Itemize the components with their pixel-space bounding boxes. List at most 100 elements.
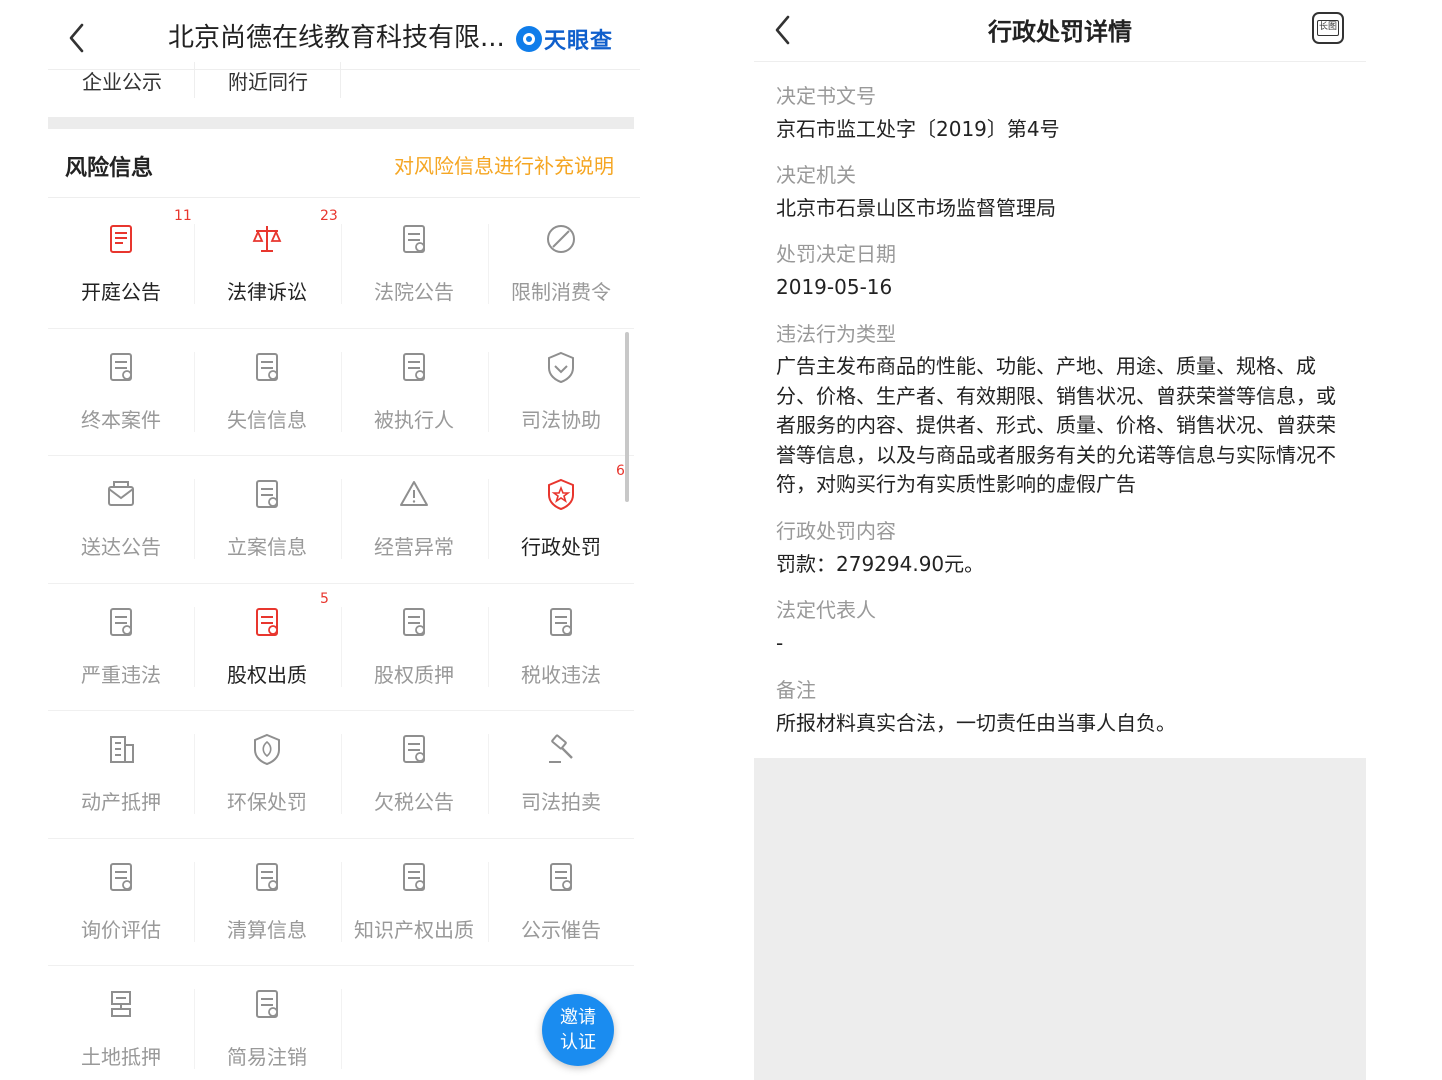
divider [48, 837, 634, 839]
price-search-icon [104, 860, 138, 894]
risk-item-count-badge: 11 [174, 208, 192, 224]
leaf-shield-icon [250, 732, 284, 766]
risk-item[interactable]: 清算信息 [194, 838, 340, 964]
field-decision-date: 处罚决定日期 2019-05-16 [776, 240, 1346, 302]
clipboard-icon [544, 860, 578, 894]
liquidation-icon [250, 860, 284, 894]
risk-item-label: 被执行人 [374, 407, 454, 432]
field-label: 行政处罚内容 [776, 519, 896, 543]
risk-item-label: 股权出质 [227, 662, 307, 687]
risk-item-label: 严重违法 [81, 662, 161, 687]
tianyancha-logo-icon [516, 26, 542, 52]
risk-item-count-badge: 23 [320, 208, 338, 224]
divider [341, 989, 342, 1069]
risk-item[interactable]: 经营异常 [341, 455, 487, 581]
tab-nearby-peers[interactable]: 附近同行 [228, 66, 308, 95]
risk-item[interactable]: 税收违法 [488, 583, 634, 709]
risk-item[interactable]: 知识产权出质 [341, 838, 487, 964]
risk-item[interactable]: 失信信息 [194, 328, 340, 454]
risk-item-label: 行政处罚 [521, 535, 601, 559]
divider [48, 455, 634, 456]
tax-violation-icon [544, 605, 578, 639]
risk-item-label: 公示催告 [521, 917, 601, 942]
risk-item[interactable]: 送达公告 [48, 455, 194, 581]
risk-item-label: 询价评估 [81, 917, 161, 942]
field-value: 2019-05-16 [776, 275, 893, 299]
risk-item[interactable]: 欠税公告 [341, 710, 487, 836]
penalty-detail-panel: 行政处罚详情 长图 决定书文号 京石市监工处字〔2019〕第4号 决定机关 北京… [754, 0, 1366, 1080]
back-chevron-icon[interactable] [66, 22, 88, 54]
invite-label-line2: 认证 [560, 1032, 596, 1053]
field-legal-representative: 法定代表人 - [776, 596, 1346, 658]
risk-item[interactable]: 严重违法 [48, 583, 194, 709]
id-card-icon [250, 350, 284, 384]
risk-item-label: 欠税公告 [374, 790, 454, 814]
field-label: 处罚决定日期 [776, 242, 896, 266]
tianyancha-logo: 天眼查 [516, 22, 613, 56]
scale-icon [250, 222, 284, 256]
risk-item-label: 法院公告 [374, 280, 454, 304]
field-label: 备注 [776, 678, 816, 702]
scrollbar[interactable] [625, 332, 629, 502]
section-separator [48, 117, 634, 129]
risk-item[interactable]: 股权质押 [341, 583, 487, 709]
risk-item[interactable]: 股权出质 5 [194, 583, 340, 709]
risk-item-label: 司法拍卖 [521, 790, 601, 814]
risk-item[interactable]: 询价评估 [48, 838, 194, 964]
risk-item[interactable]: 行政处罚 6 [488, 455, 634, 581]
risk-item-label: 限制消费令 [511, 280, 611, 304]
field-value: - [776, 631, 784, 655]
long-image-button[interactable]: 长图 [1312, 12, 1344, 44]
risk-item-label: 经营异常 [374, 535, 454, 559]
long-image-icon: 长图 [1317, 20, 1339, 36]
stock-pledge-icon [397, 605, 431, 639]
field-remarks: 备注 所报材料真实合法，一切责任由当事人自负。 [776, 676, 1346, 738]
risk-item[interactable]: 环保处罚 [194, 710, 340, 836]
risk-item[interactable]: 终本案件 [48, 328, 194, 454]
risk-section-title: 风险信息 [65, 156, 154, 181]
risk-item-label: 立案信息 [227, 535, 307, 559]
risk-item[interactable]: 法律诉讼 23 [194, 200, 340, 326]
risk-item[interactable]: 土地抵押 [48, 965, 194, 1080]
risk-item-label: 清算信息 [227, 917, 307, 942]
risk-item-count-badge: 6 [616, 463, 625, 479]
risk-item-label: 股权质押 [374, 662, 454, 687]
star-badge-icon [544, 477, 578, 511]
gavel-icon [544, 732, 578, 766]
field-decision-number: 决定书文号 京石市监工处字〔2019〕第4号 [776, 82, 1346, 144]
risk-item-label: 动产抵押 [81, 790, 161, 814]
risk-item[interactable]: 立案信息 [194, 455, 340, 581]
risk-item[interactable]: 简易注销 [194, 965, 340, 1080]
risk-item[interactable]: 司法拍卖 [488, 710, 634, 836]
risk-item-label: 税收违法 [521, 662, 601, 687]
risk-item[interactable]: 司法协助 [488, 328, 634, 454]
envelope-icon [104, 477, 138, 511]
risk-item-label: 开庭公告 [81, 280, 161, 304]
risk-item[interactable]: 动产抵押 [48, 710, 194, 836]
risk-item[interactable]: 开庭公告 11 [48, 200, 194, 326]
risk-item-label: 土地抵押 [81, 1045, 161, 1069]
risk-item[interactable]: 限制消费令 [488, 200, 634, 326]
field-violation-type: 违法行为类型 广告主发布商品的性能、功能、产地、用途、质量、规格、成分、价格、生… [776, 320, 1346, 500]
field-value: 罚款：279294.90元。 [776, 552, 985, 576]
blank-area [754, 758, 1366, 1080]
invite-certify-button[interactable]: 邀请 认证 [542, 994, 614, 1066]
risk-item-label: 送达公告 [81, 535, 161, 559]
ip-pledge-icon [397, 860, 431, 894]
risk-item[interactable]: 被执行人 [341, 328, 487, 454]
risk-item-label: 法律诉讼 [227, 280, 307, 304]
risk-supplement-link[interactable]: 对风险信息进行补充说明 [394, 150, 614, 179]
field-label: 违法行为类型 [776, 322, 896, 346]
field-label: 法定代表人 [776, 598, 876, 622]
tab-company-disclosure[interactable]: 企业公示 [82, 66, 162, 95]
risk-item-label: 简易注销 [227, 1045, 307, 1069]
violation-icon [104, 605, 138, 639]
bank-search-icon [397, 350, 431, 384]
risk-item-label: 环保处罚 [227, 790, 307, 814]
risk-item[interactable]: 公示催告 [488, 838, 634, 964]
risk-section-header: 风险信息 对风险信息进行补充说明 [48, 130, 640, 198]
field-penalty-content: 行政处罚内容 罚款：279294.90元。 [776, 517, 1346, 579]
divider [48, 327, 634, 329]
risk-item[interactable]: 法院公告 [341, 200, 487, 326]
risk-item-label: 知识产权出质 [354, 917, 474, 942]
